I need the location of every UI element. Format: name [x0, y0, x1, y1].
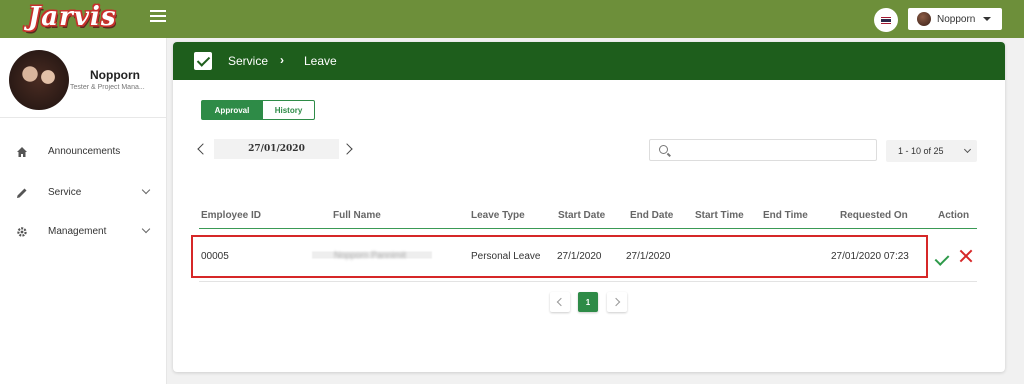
row-highlight-box [191, 235, 928, 278]
breadcrumb-leave: Leave [304, 54, 337, 68]
user-menu-label: Nopporn [937, 13, 976, 25]
page-size-select[interactable]: 1 - 10 of 25 [886, 140, 977, 162]
column-header-start-date[interactable]: Start Date [558, 210, 605, 221]
sidebar-item-service[interactable]: Service [0, 179, 167, 207]
sidebar-item-label: Announcements [48, 146, 121, 157]
date-picker[interactable]: 27/01/2020 [214, 139, 339, 159]
user-menu-button[interactable]: Nopporn [908, 8, 1002, 30]
search-icon [659, 145, 668, 154]
chevron-left-icon[interactable] [197, 143, 209, 155]
profile-role: Tester & Project Mana... [70, 84, 145, 91]
column-header-requested-on[interactable]: Requested On [840, 210, 908, 221]
gear-icon [17, 227, 27, 237]
flag-icon [881, 16, 891, 24]
column-header-end-time[interactable]: End Time [763, 210, 808, 221]
home-icon [17, 147, 27, 157]
caret-down-icon [983, 17, 992, 21]
sidebar: Nopporn Tester & Project Mana... Announc… [0, 38, 167, 384]
column-header-employee-id[interactable]: Employee ID [201, 210, 261, 221]
sidebar-item-management[interactable]: Management [0, 218, 167, 246]
breadcrumb-service[interactable]: Service [228, 54, 268, 68]
column-header-start-time[interactable]: Start Time [695, 210, 744, 221]
language-button[interactable] [874, 8, 898, 32]
top-bar: Jarvis Nopporn [0, 0, 1024, 38]
pagination-page-button[interactable]: 1 [578, 292, 598, 312]
page-size-label: 1 - 10 of 25 [898, 146, 944, 156]
column-header-action: Action [938, 210, 970, 221]
column-header-end-date[interactable]: End Date [630, 210, 673, 221]
chevron-down-icon [141, 185, 151, 195]
app-logo[interactable]: Jarvis [28, 2, 116, 32]
profile-section: Nopporn Tester & Project Mana... [0, 38, 166, 118]
hamburger-menu-icon[interactable] [150, 10, 166, 26]
pencil-icon [17, 188, 27, 198]
tab-approval[interactable]: Approval [201, 100, 263, 120]
column-header-leave-type[interactable]: Leave Type [471, 210, 525, 221]
search-input[interactable] [676, 143, 871, 158]
column-header-full-name[interactable]: Full Name [333, 210, 381, 221]
card-header: Service › Leave [173, 42, 1005, 80]
table-header-divider [199, 228, 977, 229]
approve-check-icon[interactable] [934, 251, 950, 266]
pagination-next-button[interactable] [607, 292, 627, 312]
checkbox-icon [194, 52, 212, 70]
search-field[interactable] [649, 139, 877, 161]
tab-history[interactable]: History [262, 100, 315, 120]
sidebar-item-announcements[interactable]: Announcements [0, 138, 167, 166]
pagination-prev-button[interactable] [550, 292, 570, 312]
reject-close-icon[interactable] [959, 249, 973, 263]
breadcrumb-separator: › [280, 53, 284, 67]
avatar [9, 50, 69, 110]
sidebar-item-label: Management [48, 226, 107, 237]
table-row-divider [199, 281, 977, 282]
sidebar-item-label: Service [48, 187, 82, 198]
chevron-down-icon [141, 224, 151, 234]
leave-card: Service › Leave Approval History 27/01/2… [173, 42, 1005, 372]
chevron-down-icon [963, 145, 972, 154]
profile-name: Nopporn [90, 68, 140, 82]
chevron-right-icon[interactable] [341, 143, 353, 155]
user-avatar-icon [917, 12, 931, 26]
